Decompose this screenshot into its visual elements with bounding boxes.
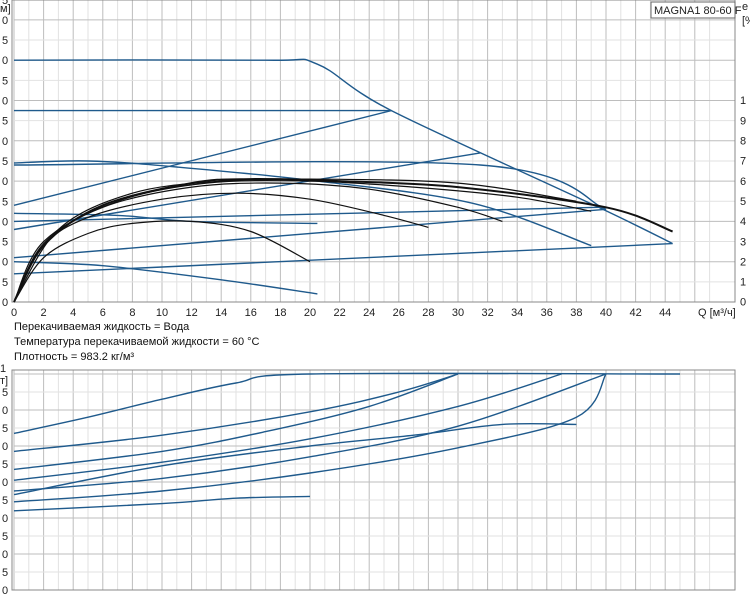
x-tick-label: 6 [100,307,106,319]
x-tick-label: 42 [629,307,641,319]
y-tick-label: 0 [2,96,8,108]
efficiency-tick-label: 2 [740,256,746,268]
x-tick-label: 44 [659,307,671,319]
y-tick-label: 5 [2,277,8,289]
x-tick-label: 4 [70,307,76,319]
power-curve [13,372,681,435]
x-tick-label: 22 [333,307,345,319]
bottom-chart: 0 5 0 5 0 5 0 5 0 5 0 5 1 т] [0,363,736,597]
x-tick-label: 18 [274,307,286,319]
x-tick-label: 24 [363,307,375,319]
bottom-grid [13,370,735,591]
top-x-ticks: 0 2 4 6 8 10 12 14 16 18 20 22 24 26 28 30 32 34 36 38 40 42 4… [11,307,671,319]
y-tick-label: 5 [2,75,8,87]
bottom-y-tick-label: 0 [2,585,8,597]
y-tick-label: 0 [2,176,8,188]
efficiency-tick-label: 7 [740,156,746,168]
bottom-y-tick-label: 5 [2,459,8,471]
y-tick-label: 0 [2,136,8,148]
efficiency-axis-unit: [% [742,15,750,27]
efficiency-tick-label: 3 [740,236,746,248]
top-chart: 0505050505050505 0 2 4 6 8 10 12 14 16 18 20 22 24 26… [0,0,750,319]
efficiency-tick-label: 8 [740,136,746,148]
y-tick-label: 0 [2,297,8,309]
x-tick-label: 0 [11,307,17,319]
efficiency-tick-label: 6 [740,176,746,188]
bottom-y-tick-label: 0 [2,477,8,489]
efficiency-tick-label: 1 [740,277,746,289]
x-tick-label: 20 [304,307,316,319]
efficiency-ticks: 1 9 8 7 6 5 4 3 2 1 0 [740,95,746,309]
x-tick-label: 38 [570,307,582,319]
y-tick-label: 5 [2,237,8,249]
x-tick-label: 26 [393,307,405,319]
bottom-y-tick-label: 0 [2,513,8,525]
bottom-y-tick-label: 5 [2,567,8,579]
top-y-unit: м] [0,3,11,15]
head-curve [13,242,673,275]
efficiency-tick-label: 0 [740,297,746,309]
efficiency-tick-label: 9 [740,115,746,127]
power-curves [13,372,681,512]
y-tick-label: 5 [2,35,8,47]
x-tick-label: 14 [215,307,227,319]
info-density: Плотность = 983.2 кг/м³ [14,351,135,363]
head-curve [13,58,673,245]
efficiency-axis-label: е [742,1,748,13]
x-tick-label: 36 [541,307,553,319]
efficiency-tick-label: 4 [740,216,746,228]
bottom-y-tick-label: 0 [2,405,8,417]
bottom-y-unit: т] [0,375,8,387]
x-tick-label: 34 [511,307,523,319]
efficiency-curve [13,178,673,303]
x-tick-label: 12 [185,307,197,319]
bottom-y-tick-label: 0 [2,549,8,561]
bottom-y-tick-label: 0 [2,441,8,453]
head-curves [13,58,673,295]
x-tick-label: 28 [422,307,434,319]
info-temperature: Температура перекачиваемой жидкости = 60… [14,336,260,348]
x-tick-label: 40 [600,307,612,319]
efficiency-curves [13,178,673,303]
efficiency-tick-label: 5 [740,196,746,208]
y-tick-label: 0 [2,15,8,27]
bottom-y-tick-label: 5 [2,495,8,507]
bottom-y-tick-label: 5 [2,423,8,435]
bottom-y-ticks: 0 5 0 5 0 5 0 5 0 5 0 5 [2,387,8,597]
bottom-y-tick-label: 5 [2,531,8,543]
y-tick-label: 5 [2,196,8,208]
pump-curve-figure: 0505050505050505 0 2 4 6 8 10 12 14 16 18 20 22 24 26… [0,0,750,597]
x-tick-label: 30 [452,307,464,319]
top-y-ticks: 0505050505050505 [2,0,8,309]
y-tick-label: 5 [2,116,8,128]
head-curve [13,160,592,247]
model-label: MAGNA1 80-60 F [654,5,742,17]
x-tick-label: 8 [129,307,135,319]
efficiency-tick-label: 1 [740,95,746,107]
y-tick-label: 5 [2,156,8,168]
y-tick-label: 0 [2,216,8,228]
bottom-y-tick-label: 5 [2,387,8,399]
x-tick-label: 2 [41,307,47,319]
bottom-y-unit-top: 1 [0,363,6,375]
x-axis-label: Q [м³/ч] [698,307,736,319]
y-tick-label: 0 [2,55,8,67]
x-tick-label: 32 [481,307,493,319]
bottom-frame [11,369,736,591]
y-tick-label: 0 [2,257,8,269]
x-tick-label: 16 [245,307,257,319]
info-liquid: Перекачиваемая жидкость = Вода [14,321,190,333]
x-tick-label: 10 [156,307,168,319]
head-curve [13,109,392,206]
